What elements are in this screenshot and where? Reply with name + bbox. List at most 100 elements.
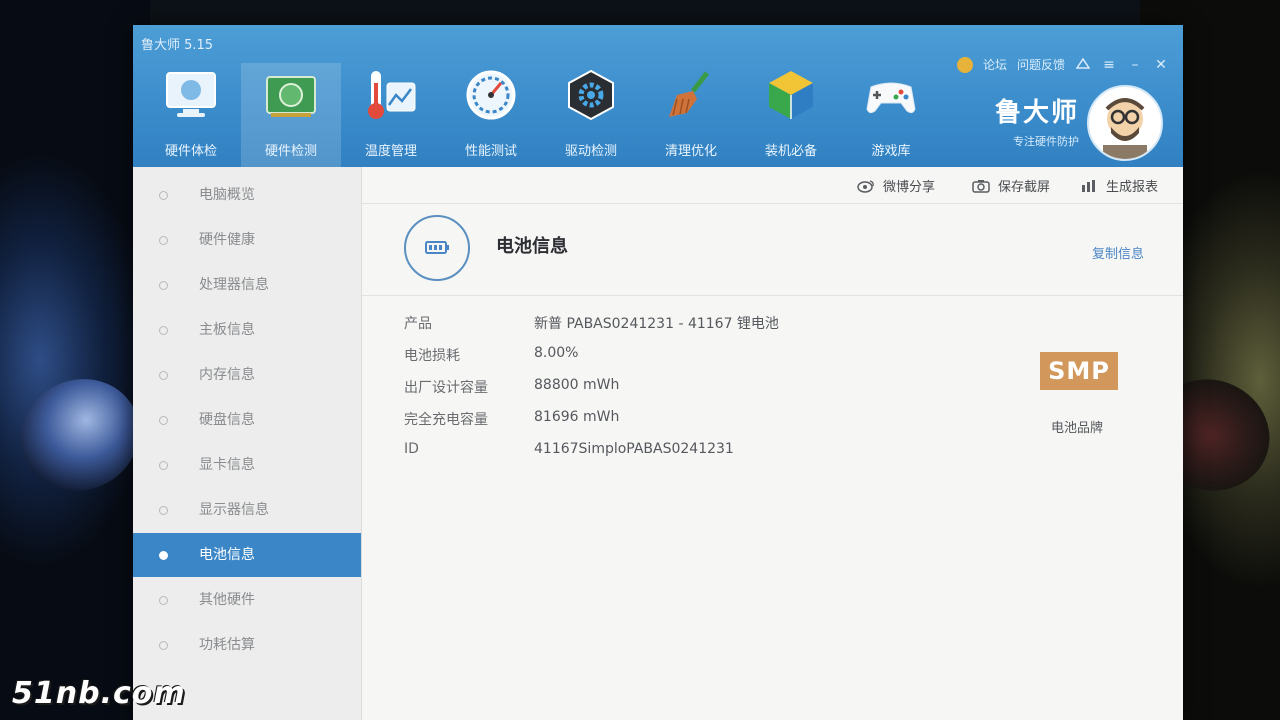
sidebar-item-other-hardware[interactable]: 其他硬件	[133, 578, 361, 622]
nav-item-games[interactable]: 游戏库	[841, 63, 941, 167]
bullet-icon	[159, 596, 168, 605]
background-left	[0, 0, 158, 720]
sidebar-item-label: 显卡信息	[199, 457, 255, 473]
info-key: ID	[404, 441, 419, 457]
bullet-icon	[159, 551, 168, 560]
thermometer-icon	[363, 69, 419, 121]
nav-item-label: 游戏库	[871, 144, 911, 159]
nav-item-label: 温度管理	[364, 144, 417, 159]
section-title: 电池信息	[496, 236, 568, 257]
sidebar-item-display[interactable]: 显示器信息	[133, 488, 361, 532]
nav-item-temperature[interactable]: 温度管理	[341, 63, 441, 167]
generate-report-label: 生成报表	[1106, 180, 1159, 195]
info-value: 41167SimploPABAS0241231	[534, 441, 734, 457]
bullet-icon	[159, 461, 168, 470]
circuit-board-icon	[263, 69, 319, 121]
weibo-share-button[interactable]: 微博分享	[857, 176, 935, 195]
nav-item-performance[interactable]: 性能测试	[441, 63, 541, 167]
section-divider	[362, 295, 1183, 296]
info-key: 完全充电容量	[404, 412, 488, 428]
nav-item-driver[interactable]: 驱动检测	[541, 63, 641, 167]
main-panel: 微博分享 保存截屏 生成报表 电池信息 复制信息 产品 新普 PABAS0241…	[362, 167, 1183, 720]
menu-button[interactable]: ≡	[1101, 57, 1117, 73]
nav-item-label: 装机必备	[764, 144, 817, 159]
nav-item-cleanup[interactable]: 清理优化	[641, 63, 741, 167]
battery-icon	[404, 215, 470, 281]
bullet-icon	[159, 641, 168, 650]
nav-item-label: 性能测试	[464, 144, 517, 159]
title-bar: 鲁大师 5.15 论坛 问题反馈 ≡ – ✕ 硬件体检 硬件检测 温度管理 性能…	[133, 25, 1183, 167]
gear-icon	[563, 69, 619, 121]
sidebar-item-cpu[interactable]: 处理器信息	[133, 263, 361, 307]
brand-block: 鲁大师 专注硬件防护	[995, 92, 1079, 149]
sidebar-item-motherboard[interactable]: 主板信息	[133, 308, 361, 352]
save-screenshot-label: 保存截屏	[998, 180, 1051, 195]
info-key: 产品	[404, 316, 432, 332]
feedback-link[interactable]: 问题反馈	[1017, 56, 1065, 73]
watermark: 51nb.com	[12, 676, 186, 711]
sidebar-item-label: 硬盘信息	[199, 412, 255, 428]
minimize-button[interactable]: –	[1127, 57, 1143, 73]
forum-link[interactable]: 论坛	[983, 56, 1007, 73]
brand-name: 鲁大师	[994, 98, 1079, 128]
nav-item-hardware-checkup[interactable]: 硬件体检	[141, 63, 241, 167]
brand-slogan: 专注硬件防护	[1013, 135, 1079, 148]
bullet-icon	[159, 281, 168, 290]
box-icon	[763, 69, 819, 121]
save-screenshot-button[interactable]: 保存截屏	[972, 176, 1050, 195]
medal-icon[interactable]	[956, 56, 973, 73]
app-title: 鲁大师 5.15	[141, 38, 214, 53]
avatar[interactable]	[1087, 85, 1163, 161]
weibo-icon	[857, 179, 875, 193]
sidebar-item-label: 内存信息	[199, 367, 255, 383]
sidebar: 电脑概览 硬件健康 处理器信息 主板信息 内存信息 硬盘信息 显卡信息 显示器信…	[133, 167, 362, 720]
sidebar-item-battery[interactable]: 电池信息	[133, 533, 361, 577]
info-value: 8.00%	[534, 345, 579, 361]
sidebar-item-label: 其他硬件	[199, 592, 255, 608]
sidebar-item-power-estimate[interactable]: 功耗估算	[133, 623, 361, 667]
weibo-share-label: 微博分享	[883, 180, 936, 195]
report-icon	[1080, 179, 1098, 193]
sidebar-item-label: 主板信息	[199, 322, 255, 338]
nav-item-label: 硬件体检	[164, 144, 217, 159]
sidebar-item-label: 显示器信息	[199, 502, 269, 518]
sidebar-item-health[interactable]: 硬件健康	[133, 218, 361, 262]
info-value: 新普 PABAS0241231 - 41167 锂电池	[534, 316, 779, 332]
sidebar-item-label: 功耗估算	[199, 637, 255, 653]
bullet-icon	[159, 326, 168, 335]
bullet-icon	[159, 506, 168, 515]
battery-brand-caption: 电池品牌	[1050, 421, 1103, 436]
section-header: 电池信息 复制信息	[404, 215, 1144, 295]
sidebar-item-label: 硬件健康	[199, 232, 255, 248]
nav-item-essentials[interactable]: 装机必备	[741, 63, 841, 167]
nav-item-label: 硬件检测	[264, 144, 317, 159]
bullet-icon	[159, 236, 168, 245]
broom-icon	[663, 69, 719, 121]
sidebar-item-label: 处理器信息	[199, 277, 269, 293]
gamepad-icon	[863, 69, 919, 121]
camera-icon	[972, 179, 990, 193]
bullet-icon	[159, 191, 168, 200]
sidebar-item-memory[interactable]: 内存信息	[133, 353, 361, 397]
sidebar-item-label: 电脑概览	[199, 187, 255, 203]
nav-item-label: 清理优化	[664, 144, 717, 159]
toolbar: 微博分享 保存截屏 生成报表	[362, 167, 1183, 204]
monitor-icon	[163, 69, 219, 121]
close-button[interactable]: ✕	[1153, 57, 1169, 73]
nav-item-label: 驱动检测	[564, 144, 617, 159]
sidebar-item-overview[interactable]: 电脑概览	[133, 173, 361, 217]
main-nav: 硬件体检 硬件检测 温度管理 性能测试 驱动检测 清理优化 装机必备 游戏库	[141, 63, 941, 167]
info-value: 81696 mWh	[534, 409, 620, 425]
sidebar-item-gpu[interactable]: 显卡信息	[133, 443, 361, 487]
info-key: 出厂设计容量	[404, 380, 488, 396]
skin-icon[interactable]	[1075, 57, 1091, 73]
top-links: 论坛 问题反馈 ≡ – ✕	[956, 56, 1169, 73]
info-value: 88800 mWh	[534, 377, 620, 393]
speedometer-icon	[463, 69, 519, 121]
copy-info-link[interactable]: 复制信息	[1092, 243, 1144, 262]
app-window: 鲁大师 5.15 论坛 问题反馈 ≡ – ✕ 硬件体检 硬件检测 温度管理 性能…	[133, 25, 1183, 720]
nav-item-hardware-detect[interactable]: 硬件检测	[241, 63, 341, 167]
bullet-icon	[159, 371, 168, 380]
generate-report-button[interactable]: 生成报表	[1080, 176, 1158, 195]
sidebar-item-disk[interactable]: 硬盘信息	[133, 398, 361, 442]
